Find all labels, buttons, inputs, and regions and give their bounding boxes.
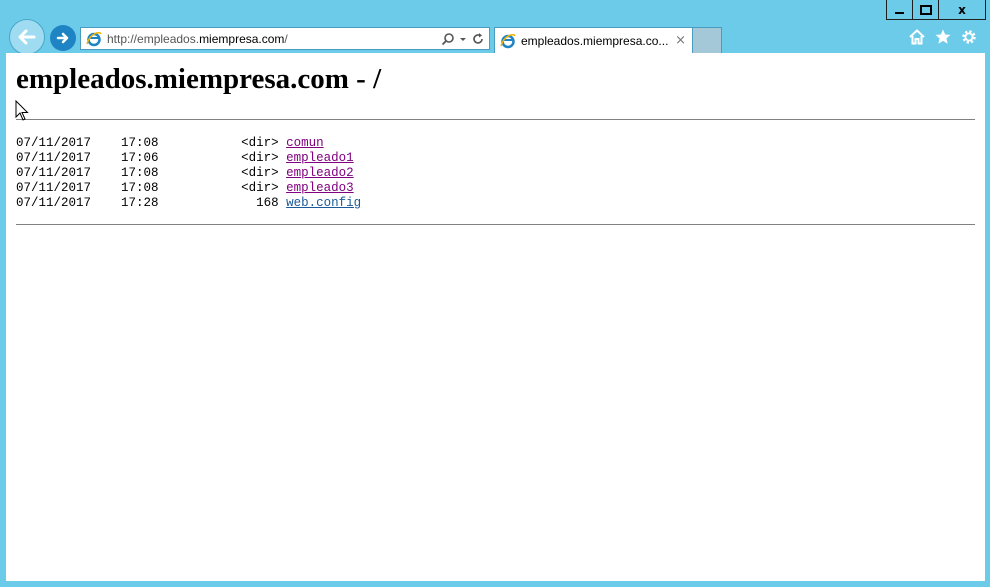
- directory-listing: 07/11/2017 17:08 <dir> comun 07/11/2017 1…: [16, 136, 361, 211]
- entry-date: 07/11/2017: [16, 181, 92, 195]
- chevron-down-icon[interactable]: [459, 32, 467, 46]
- close-icon: x: [958, 2, 966, 17]
- entry-size: <dir>: [241, 181, 279, 195]
- gear-icon[interactable]: [960, 28, 978, 46]
- list-item: 07/11/2017 17:28 168 web.config: [16, 196, 361, 211]
- minimize-icon: [895, 11, 904, 14]
- list-item: 07/11/2017 17:08 <dir> empleado3: [16, 181, 361, 196]
- entry-date: 07/11/2017: [16, 196, 92, 210]
- entry-time: 17:08: [121, 136, 159, 150]
- list-item: 07/11/2017 17:08 <dir> empleado2: [16, 166, 361, 181]
- entry-size: <dir>: [241, 151, 279, 165]
- url-domain: miempresa.com: [199, 31, 285, 46]
- window-caption-buttons: x: [886, 0, 986, 20]
- entry-size: <dir>: [241, 136, 279, 150]
- entry-time: 17:08: [121, 166, 159, 180]
- entry-size: <dir>: [241, 166, 279, 180]
- tab-active[interactable]: empleados.miempresa.co... ×: [494, 27, 693, 53]
- entry-link[interactable]: empleado1: [286, 151, 354, 165]
- page-content: empleados.miempresa.com - / 07/11/2017 1…: [6, 53, 985, 581]
- divider-top: [16, 119, 975, 120]
- entry-link[interactable]: empleado3: [286, 181, 354, 195]
- entry-date: 07/11/2017: [16, 166, 92, 180]
- divider-bottom: [16, 224, 975, 225]
- page-title: empleados.miempresa.com - /: [16, 63, 382, 95]
- forward-button[interactable]: [50, 25, 76, 51]
- url-prefix: http://empleados.: [107, 31, 200, 46]
- refresh-icon[interactable]: [471, 32, 485, 46]
- home-icon[interactable]: [908, 28, 926, 46]
- forward-arrow-icon: [56, 32, 69, 44]
- list-item: 07/11/2017 17:08 <dir> comun: [16, 136, 361, 151]
- tab-title: empleados.miempresa.co...: [521, 33, 669, 48]
- ie-logo-icon: [85, 30, 103, 48]
- search-icon[interactable]: [441, 32, 455, 46]
- entry-time: 17:28: [121, 196, 159, 210]
- address-bar[interactable]: http://empleados.miempresa.com/: [80, 27, 490, 50]
- entry-size: 168: [256, 196, 279, 210]
- maximize-button[interactable]: [912, 0, 938, 20]
- list-item: 07/11/2017 17:06 <dir> empleado1: [16, 151, 361, 166]
- entry-time: 17:06: [121, 151, 159, 165]
- toolbar-icons: [908, 28, 978, 46]
- back-arrow-icon: [18, 29, 36, 45]
- address-bar-actions: [441, 32, 485, 46]
- new-tab-button[interactable]: [693, 27, 722, 53]
- url-suffix: /: [284, 31, 288, 46]
- back-button[interactable]: [9, 19, 45, 55]
- star-icon[interactable]: [934, 28, 952, 46]
- entry-date: 07/11/2017: [16, 136, 92, 150]
- entry-date: 07/11/2017: [16, 151, 92, 165]
- close-window-button[interactable]: x: [938, 0, 986, 20]
- url-text[interactable]: http://empleados.miempresa.com/: [107, 32, 288, 46]
- ie-logo-icon: [499, 32, 517, 50]
- entry-link[interactable]: comun: [286, 136, 324, 150]
- mouse-cursor-icon: [15, 100, 29, 121]
- maximize-icon: [919, 4, 932, 15]
- entry-link[interactable]: web.config: [286, 196, 361, 210]
- entry-link[interactable]: empleado2: [286, 166, 354, 180]
- entry-time: 17:08: [121, 181, 159, 195]
- tab-close-icon[interactable]: ×: [675, 33, 686, 48]
- minimize-button[interactable]: [886, 0, 912, 20]
